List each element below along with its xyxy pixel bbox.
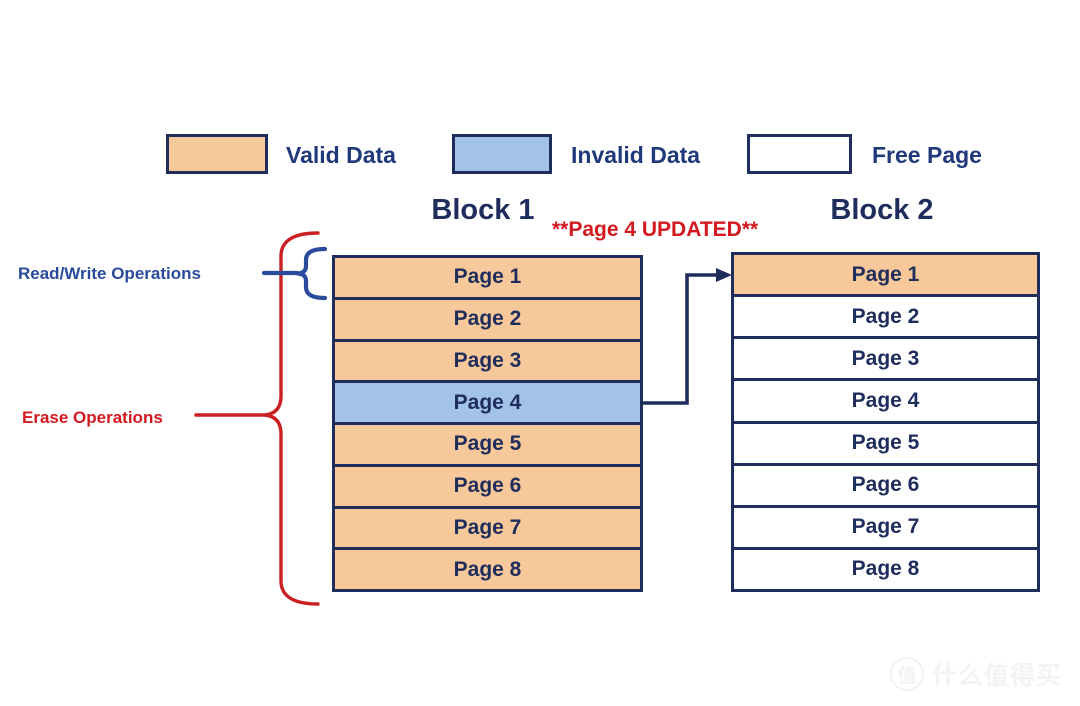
legend-label-valid-data: Valid Data (286, 142, 396, 168)
page-4-updated-note: **Page 4 UPDATED** (552, 218, 759, 241)
block-1-page-2[interactable]: Page 2 (335, 299, 640, 342)
legend-swatch-invalid-data (452, 134, 552, 174)
read-write-operations-label: Read/Write Operations (18, 264, 201, 283)
block-1-page-4[interactable]: Page 4 (335, 383, 640, 425)
block-2-page-8[interactable]: Page 8 (734, 549, 1037, 589)
legend-label-free-page: Free Page (872, 142, 982, 168)
block-2-page-4[interactable]: Page 4 (734, 381, 1037, 424)
block-2-page-5[interactable]: Page 5 (734, 423, 1037, 466)
erase-operations-label: Erase Operations (22, 408, 163, 427)
watermark-badge-icon: 值 (889, 657, 924, 691)
block-2-page-2[interactable]: Page 2 (734, 297, 1037, 340)
block-1-page-7[interactable]: Page 7 (335, 508, 640, 551)
block-1-page-1[interactable]: Page 1 (335, 258, 640, 300)
block-2-page-7[interactable]: Page 7 (734, 507, 1037, 550)
legend-swatch-valid-data (166, 134, 268, 174)
watermark: 值 什么值得买 (889, 656, 1062, 692)
block-1: Page 1 Page 2 Page 3 Page 4 Page 5 Page … (332, 255, 643, 592)
block-2-page-3[interactable]: Page 3 (734, 339, 1037, 382)
block-2-page-6[interactable]: Page 6 (734, 465, 1037, 508)
block-2-page-1[interactable]: Page 1 (734, 255, 1037, 298)
block-1-page-8[interactable]: Page 8 (335, 550, 640, 589)
legend-swatch-free-page (747, 134, 852, 174)
block-1-page-3[interactable]: Page 3 (335, 341, 640, 384)
block-2: Page 1 Page 2 Page 3 Page 4 Page 5 Page … (731, 252, 1040, 592)
watermark-text: 什么值得买 (931, 662, 1062, 690)
block-1-page-5[interactable]: Page 5 (335, 425, 640, 467)
block-1-page-6[interactable]: Page 6 (335, 466, 640, 509)
block-2-title: Block 2 (830, 194, 934, 226)
legend-label-invalid-data: Invalid Data (571, 142, 701, 168)
